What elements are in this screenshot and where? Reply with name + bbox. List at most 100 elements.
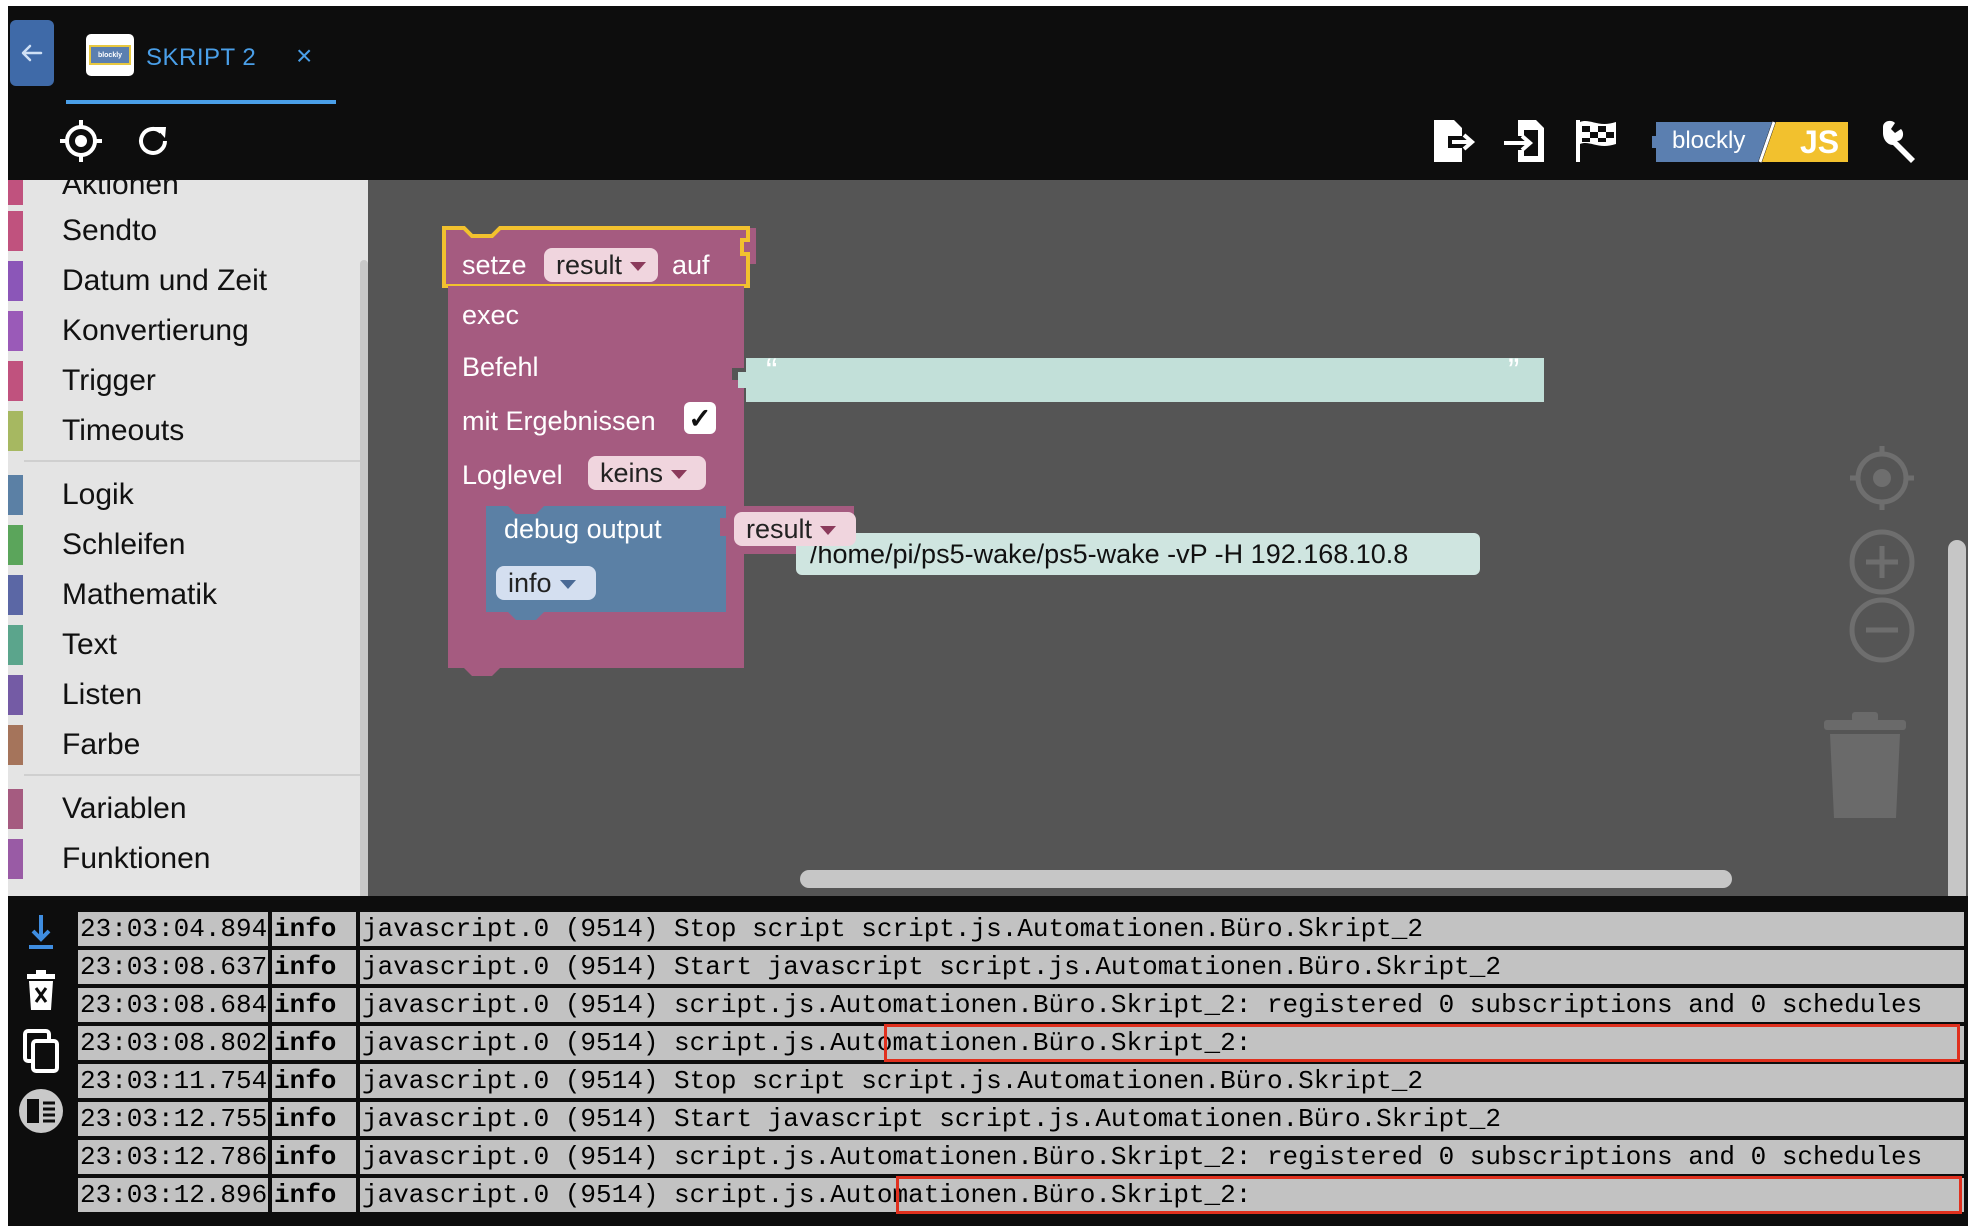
results-checkbox[interactable]: ✓ <box>684 402 716 434</box>
toolbox-item-timeouts[interactable]: Timeouts <box>8 408 360 454</box>
log-view-icon[interactable] <box>16 1086 66 1136</box>
log-toolbar <box>8 906 78 1216</box>
back-button[interactable] <box>10 20 54 86</box>
toolbox-item-logik[interactable]: Logik <box>8 472 360 518</box>
import-icon[interactable] <box>1500 116 1550 166</box>
log-row[interactable]: 23:03:12.755 info javascript.0 (9514) St… <box>78 1100 1964 1138</box>
log-table: 23:03:04.894 info javascript.0 (9514) St… <box>78 910 1964 1214</box>
log-severity: info <box>272 912 356 946</box>
logo-js-text: JS <box>1800 124 1840 160</box>
toolbox-item-text[interactable]: Text <box>8 622 360 668</box>
copy-log-icon[interactable] <box>16 1026 66 1076</box>
category-color-swatch <box>8 361 23 401</box>
toolbox-item-variablen[interactable]: Variablen <box>8 786 360 832</box>
log-row[interactable]: 23:03:12.896 info javascript.0 (9514) sc… <box>78 1176 1964 1214</box>
toolbox-item-sendto[interactable]: Sendto <box>8 208 360 254</box>
zoom-in-icon[interactable] <box>1846 526 1918 598</box>
log-severity: info <box>272 988 356 1022</box>
log-row[interactable]: 23:03:08.684 info javascript.0 (9514) sc… <box>78 986 1964 1024</box>
blockly-js-logo[interactable]: blockly JS <box>1652 120 1852 164</box>
toolbox-item-mathematik[interactable]: Mathematik <box>8 572 360 618</box>
category-color-swatch <box>8 675 23 715</box>
command-label: Befehl <box>462 352 539 382</box>
set-keyword: setze <box>462 250 527 280</box>
toolbox-item-trigger[interactable]: Trigger <box>8 358 360 404</box>
log-severity: info <box>272 950 356 984</box>
chevron-down-icon <box>559 579 576 589</box>
toolbox-item-farbe[interactable]: Farbe <box>8 722 360 768</box>
tab-bar: blockly SKRIPT 2 × <box>8 6 1968 104</box>
loglevel-dropdown[interactable]: keins <box>588 456 706 490</box>
log-message: javascript.0 (9514) Stop script script.j… <box>360 1064 1964 1098</box>
log-time: 23:03:11.754 <box>78 1064 268 1098</box>
blockly-tab-logo: blockly <box>86 34 134 76</box>
logo-blockly-text: blockly <box>1672 127 1746 154</box>
toolbox-item-konvertierung[interactable]: Konvertierung <box>8 308 360 354</box>
log-severity: info <box>272 1178 356 1212</box>
debug-output-label: debug output <box>504 514 662 544</box>
category-color-swatch <box>8 411 23 451</box>
clear-log-icon[interactable] <box>16 966 66 1016</box>
log-row[interactable]: 23:03:04.894 info javascript.0 (9514) St… <box>78 910 1964 948</box>
log-message: javascript.0 (9514) script.js.Automation… <box>360 1140 1964 1174</box>
toolbox-item-listen[interactable]: Listen <box>8 672 360 718</box>
toolbox-item-funktionen[interactable]: Funktionen <box>8 836 360 882</box>
blockly-workspace[interactable]: setze result auf exec Befehl “ /home/pi/… <box>368 180 1968 896</box>
workspace-vertical-scrollbar[interactable] <box>1948 540 1966 896</box>
tab-close-button[interactable]: × <box>296 40 312 72</box>
category-color-swatch <box>8 725 23 765</box>
loglevel-label: Loglevel <box>462 460 563 490</box>
zoom-out-icon[interactable] <box>1846 594 1918 666</box>
results-label: mit Ergebnissen <box>462 406 656 436</box>
category-color-swatch <box>8 789 23 829</box>
debug-level-dropdown[interactable]: info <box>496 566 596 600</box>
refresh-icon[interactable] <box>128 116 178 166</box>
log-message: javascript.0 (9514) script.js.Automation… <box>360 1178 1964 1212</box>
log-time: 23:03:04.894 <box>78 912 268 946</box>
target-icon[interactable] <box>56 116 106 166</box>
log-severity: info <box>272 1064 356 1098</box>
log-row[interactable]: 23:03:08.802 info javascript.0 (9514) sc… <box>78 1024 1964 1062</box>
toolbox-scrollbar[interactable] <box>360 260 368 896</box>
quote-open-icon: “ <box>766 352 778 390</box>
log-message: javascript.0 (9514) script.js.Automation… <box>360 1026 1964 1060</box>
log-time: 23:03:12.896 <box>78 1178 268 1212</box>
trash-icon[interactable] <box>1820 710 1910 822</box>
log-severity: info <box>272 1140 356 1174</box>
chevron-down-icon <box>630 261 647 271</box>
chevron-down-icon <box>671 469 688 479</box>
toolbox-separator <box>24 460 360 462</box>
tab-skript-2[interactable]: blockly SKRIPT 2 × <box>66 20 336 104</box>
log-row[interactable]: 23:03:12.786 info javascript.0 (9514) sc… <box>78 1138 1964 1176</box>
toolbox-item-aktionen[interactable]: Aktionen <box>8 180 360 208</box>
app-window: blockly SKRIPT 2 × blockly JS Aktionen S… <box>8 6 1968 1226</box>
category-color-swatch <box>8 525 23 565</box>
center-workspace-icon[interactable] <box>1846 442 1918 514</box>
command-input[interactable]: /home/pi/ps5-wake/ps5-wake -vP -H 192.16… <box>796 533 1480 575</box>
flag-icon[interactable] <box>1572 116 1622 166</box>
category-color-swatch <box>8 839 23 879</box>
log-message: javascript.0 (9514) Start javascript scr… <box>360 1102 1964 1136</box>
editor-toolbar: blockly JS <box>8 104 1968 180</box>
category-color-swatch <box>8 575 23 615</box>
category-color-swatch <box>8 475 23 515</box>
log-message: javascript.0 (9514) Stop script script.j… <box>360 912 1964 946</box>
tab-title: SKRIPT 2 <box>146 44 257 71</box>
log-row[interactable]: 23:03:08.637 info javascript.0 (9514) St… <box>78 948 1964 986</box>
log-time: 23:03:08.637 <box>78 950 268 984</box>
category-color-swatch <box>8 311 23 351</box>
scroll-down-icon[interactable] <box>16 906 66 956</box>
debug-variable-dropdown[interactable]: result <box>734 512 856 546</box>
toolbox-item-datum-und-zeit[interactable]: Datum und Zeit <box>8 258 360 304</box>
set-variable-dropdown[interactable]: result <box>544 248 658 282</box>
export-icon[interactable] <box>1428 116 1478 166</box>
toolbox-separator <box>24 774 360 776</box>
log-row[interactable]: 23:03:11.754 info javascript.0 (9514) St… <box>78 1062 1964 1100</box>
log-message: javascript.0 (9514) Start javascript scr… <box>360 950 1964 984</box>
toolbox-item-schleifen[interactable]: Schleifen <box>8 522 360 568</box>
log-time: 23:03:08.684 <box>78 988 268 1022</box>
category-color-swatch <box>8 211 23 251</box>
workspace-horizontal-scrollbar[interactable] <box>800 870 1732 888</box>
log-time: 23:03:12.755 <box>78 1102 268 1136</box>
wrench-icon[interactable] <box>1874 116 1924 166</box>
